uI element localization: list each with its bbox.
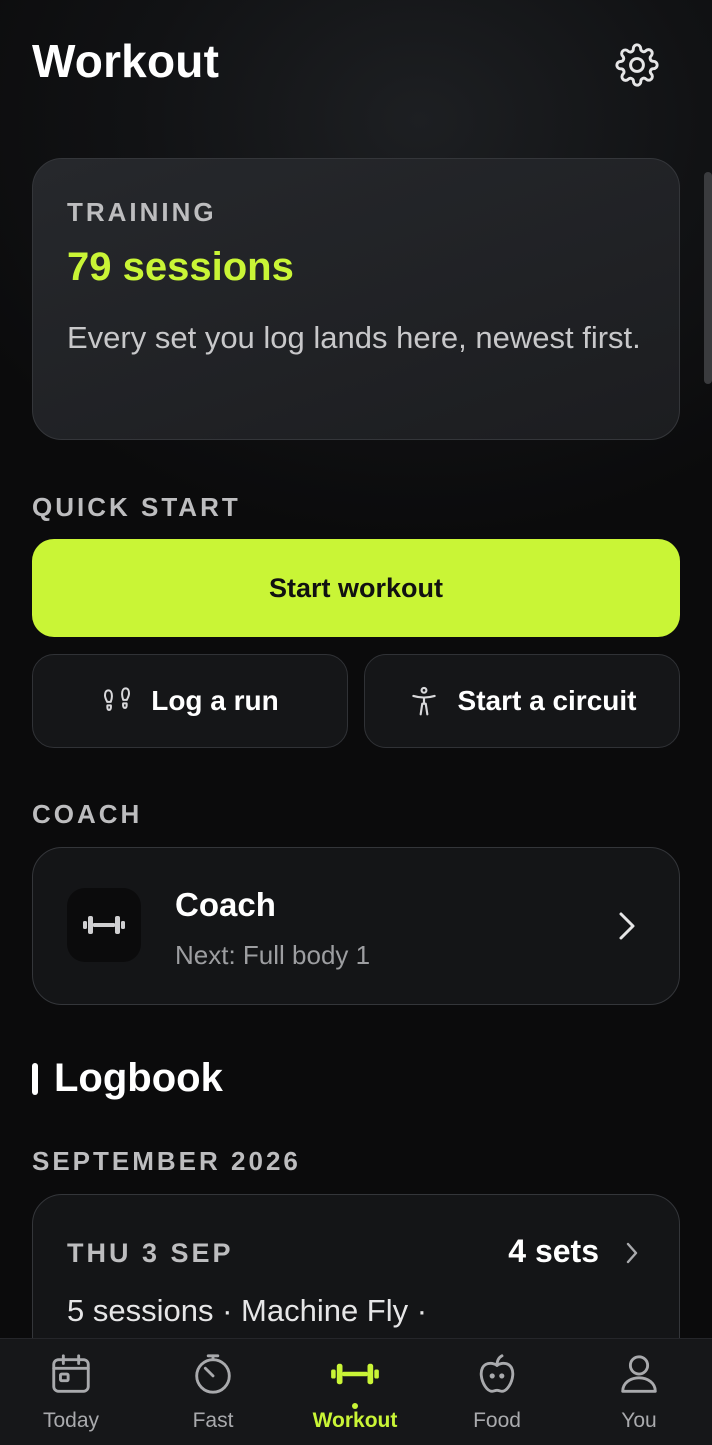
coach-title: Coach: [175, 886, 276, 923]
tab-workout-label: Workout: [312, 1409, 398, 1432]
tab-workout[interactable]: Workout: [284, 1339, 426, 1445]
entry-sets: 4 sets: [508, 1233, 599, 1269]
start-workout-label: Start workout: [268, 572, 443, 603]
chevron-right-icon: [621, 1239, 643, 1267]
start-circuit-button[interactable]: Start a circuit: [364, 654, 680, 748]
tab-you[interactable]: You: [568, 1339, 710, 1445]
settings-button[interactable]: [612, 40, 662, 90]
person-icon: [411, 686, 436, 716]
tab-you-label: You: [621, 1409, 657, 1432]
timer-icon: [188, 1349, 238, 1399]
training-summary-card: TRAINING 79 sessions Every set you log l…: [32, 158, 680, 440]
month-label: SEPTEMBER 2026: [32, 1146, 301, 1176]
tab-today-label: Today: [42, 1409, 100, 1432]
logbook-title: Logbook: [54, 1056, 223, 1100]
logbook-accent-bar: [32, 1063, 38, 1095]
tab-fast[interactable]: Fast: [142, 1339, 284, 1445]
training-description: Every set you log lands here, newest fir…: [67, 320, 641, 355]
tab-food-label: Food: [473, 1409, 521, 1432]
chevron-right-icon: [611, 907, 643, 945]
tab-today[interactable]: Today: [0, 1339, 142, 1445]
quick-start-label: QUICK START: [32, 492, 241, 522]
apple-icon: [472, 1349, 522, 1399]
dumbbell-icon: [330, 1349, 380, 1399]
user-icon: [614, 1349, 664, 1399]
training-label: TRAINING: [67, 197, 217, 227]
coach-section-label: COACH: [32, 799, 143, 829]
log-run-label: Log a run: [151, 685, 279, 716]
footprints-icon: [104, 687, 131, 711]
coach-icon-box: [67, 888, 141, 962]
start-circuit-label: Start a circuit: [457, 685, 637, 716]
workout-screen: Workout TRAINING 79 sessions Every set y…: [0, 0, 712, 1445]
coach-card[interactable]: Coach Next: Full body 1: [32, 847, 680, 1005]
dumbbell-icon: [83, 916, 125, 934]
tab-food[interactable]: Food: [426, 1339, 568, 1445]
entry-summary: 5 sessions · Machine Fly ·: [67, 1293, 428, 1328]
coach-next-session: Next: Full body 1: [175, 940, 371, 970]
tab-fast-label: Fast: [192, 1409, 234, 1432]
entry-date: THU 3 SEP: [67, 1238, 234, 1268]
page-title: Workout: [32, 35, 220, 87]
start-workout-button[interactable]: Start workout: [32, 539, 680, 637]
gear-icon: [615, 43, 659, 87]
session-count: 79 sessions: [67, 245, 294, 289]
calendar-icon: [46, 1349, 96, 1399]
bottom-tab-bar: Today Fast Workout Food You: [0, 1338, 712, 1445]
scrollbar[interactable]: [704, 172, 712, 384]
log-run-button[interactable]: Log a run: [32, 654, 348, 748]
